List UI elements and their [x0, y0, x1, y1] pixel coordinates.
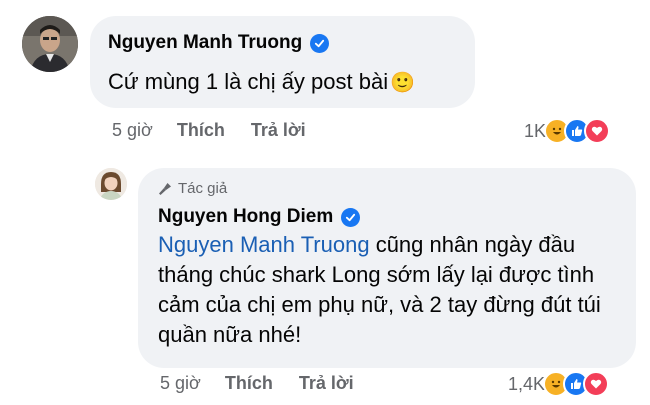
reaction-count: 1,4K: [508, 373, 546, 394]
love-icon: [584, 118, 611, 144]
mention-link[interactable]: Nguyen Manh Truong: [158, 232, 370, 257]
author-name[interactable]: Nguyen Manh Truong: [108, 32, 302, 54]
comment-author[interactable]: Nguyen Manh Truong: [108, 32, 330, 54]
smile-emoji-icon: 🙂: [390, 70, 415, 94]
microphone-icon: [159, 182, 171, 195]
author-name[interactable]: Nguyen Hong Diem: [158, 206, 333, 228]
reply-bubble: Tác giả Nguyen Hong Diem Nguyen Manh Tru…: [138, 168, 636, 368]
reply-text: Nguyen Manh Truong cũng nhân ngày đầu th…: [158, 230, 618, 350]
timestamp[interactable]: 5 giờ: [160, 373, 201, 394]
comment-text: Cứ mùng 1 là chị ấy post bài 🙂: [108, 68, 415, 96]
verified-badge-icon: [310, 33, 330, 53]
timestamp[interactable]: 5 giờ: [112, 120, 153, 141]
like-button[interactable]: Thích: [225, 373, 273, 394]
love-icon: [583, 371, 610, 397]
like-button[interactable]: Thích: [177, 120, 225, 141]
comment-body: Cứ mùng 1 là chị ấy post bài: [108, 69, 389, 94]
avatar[interactable]: [95, 168, 127, 200]
comment-actions: 5 giờ Thích Trả lời: [112, 120, 306, 141]
reaction-count: 1K: [524, 120, 547, 141]
avatar[interactable]: [22, 16, 78, 72]
reaction-summary[interactable]: 1,4K: [508, 371, 610, 397]
author-tag-label: Tác giả: [178, 180, 228, 197]
reply-author[interactable]: Nguyen Hong Diem: [158, 206, 361, 228]
comment-bubble: Nguyen Manh Truong Cứ mùng 1 là chị ấy p…: [90, 16, 475, 108]
reaction-summary[interactable]: 1K: [524, 118, 611, 144]
reply-button[interactable]: Trả lời: [251, 120, 306, 141]
author-tag: Tác giả: [158, 180, 227, 197]
reply-button[interactable]: Trả lời: [299, 373, 354, 394]
verified-badge-icon: [341, 207, 361, 227]
reply-actions: 5 giờ Thích Trả lời: [160, 373, 354, 394]
